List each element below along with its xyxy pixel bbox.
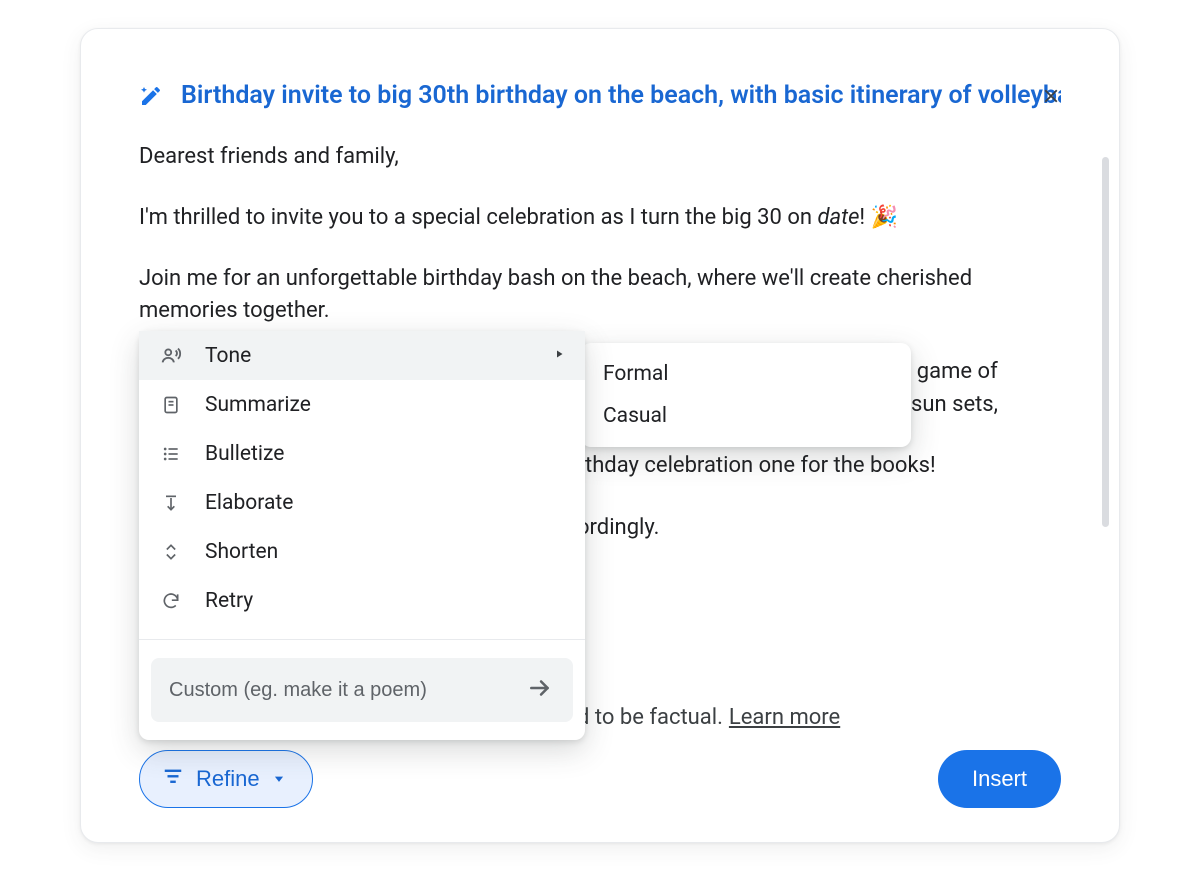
submenu-item-label: Formal: [603, 362, 668, 386]
insert-button[interactable]: Insert: [938, 750, 1061, 808]
submit-custom-button[interactable]: [521, 669, 559, 711]
body-paragraph: Dearest friends and family,: [139, 141, 1061, 172]
menu-item-tone[interactable]: Tone: [139, 331, 585, 380]
close-icon: [1040, 85, 1062, 110]
menu-item-label: Shorten: [205, 540, 278, 564]
tone-submenu: Formal Casual: [581, 343, 911, 447]
chevron-down-icon: [272, 766, 286, 792]
refine-button-label: Refine: [196, 766, 260, 792]
body-paragraph: Join me for an unforgettable birthday ba…: [139, 263, 1061, 325]
submenu-item-label: Casual: [603, 404, 667, 428]
custom-refine-input[interactable]: [167, 678, 521, 703]
body-paragraph: I'm thrilled to invite you to a special …: [139, 202, 1061, 233]
retry-icon: [159, 591, 183, 611]
tone-option-casual[interactable]: Casual: [581, 395, 911, 437]
menu-item-shorten[interactable]: Shorten: [139, 527, 585, 576]
menu-item-elaborate[interactable]: Elaborate: [139, 478, 585, 527]
custom-refine-box: [151, 658, 573, 722]
menu-separator: [139, 639, 585, 640]
tone-option-formal[interactable]: Formal: [581, 353, 911, 395]
bulletize-icon: [159, 444, 183, 464]
ai-draft-modal: Birthday invite to big 30th birthday on …: [80, 28, 1120, 843]
prompt-title[interactable]: Birthday invite to big 30th birthday on …: [181, 81, 1061, 111]
summarize-icon: [159, 395, 183, 415]
prompt-header: Birthday invite to big 30th birthday on …: [139, 81, 1061, 111]
menu-item-summarize[interactable]: Summarize: [139, 380, 585, 429]
menu-item-bulletize[interactable]: Bulletize: [139, 429, 585, 478]
learn-more-link[interactable]: Learn more: [729, 705, 840, 730]
refine-menu: Tone Summarize Bulletize: [139, 331, 585, 740]
arrow-right-icon: [527, 675, 553, 705]
chevron-right-icon: [553, 348, 565, 364]
scrollbar[interactable]: [1102, 157, 1109, 527]
menu-item-label: Bulletize: [205, 442, 284, 466]
menu-item-label: Retry: [205, 589, 253, 613]
magic-pencil-icon: [139, 84, 163, 108]
refine-button[interactable]: Refine: [139, 750, 313, 808]
shorten-icon: [159, 542, 183, 562]
filter-icon: [162, 765, 184, 793]
menu-item-label: Elaborate: [205, 491, 293, 515]
insert-button-label: Insert: [972, 766, 1027, 791]
menu-item-retry[interactable]: Retry: [139, 576, 585, 625]
tone-icon: [159, 345, 183, 367]
menu-item-label: Tone: [205, 344, 251, 368]
close-button[interactable]: [1031, 77, 1071, 117]
elaborate-icon: [159, 493, 183, 513]
menu-item-label: Summarize: [205, 393, 311, 417]
